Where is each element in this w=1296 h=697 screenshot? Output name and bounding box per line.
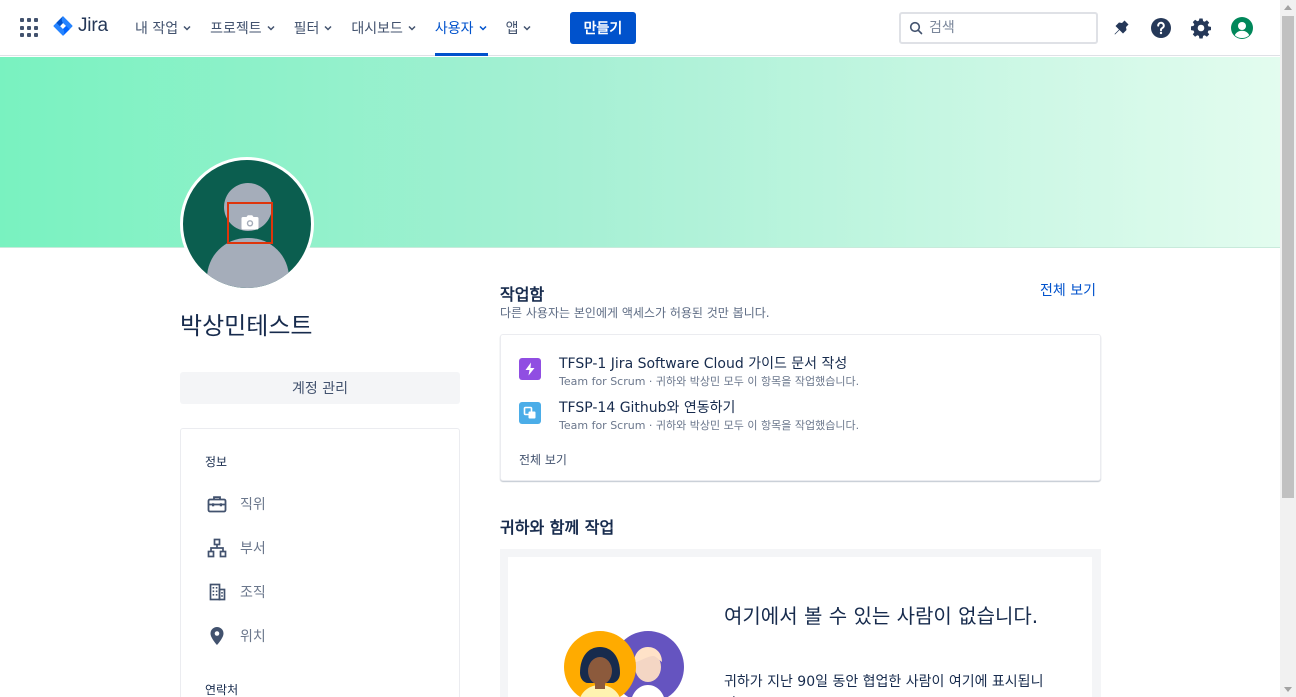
- contact-heading: 연락처: [205, 683, 239, 697]
- chevron-down-icon: [479, 25, 487, 31]
- job-title-label: 직위: [240, 497, 266, 513]
- scroll-up-arrow-icon[interactable]: [1284, 5, 1292, 10]
- issue-meta: Team for Scrum · 귀하와 박상민 모두 이 항목을 작업했습니다…: [559, 375, 860, 388]
- chevron-down-icon: [183, 25, 191, 31]
- change-photo-button[interactable]: [227, 202, 273, 244]
- top-navigation: Jira 내 작업 프로젝트 필터 대시보드 사용자 앱 만들기: [0, 0, 1280, 56]
- nav-dashboards[interactable]: 대시보드: [342, 0, 426, 56]
- card-view-all-link[interactable]: 전체 보기: [519, 451, 567, 468]
- department-label: 부서: [240, 541, 266, 557]
- chevron-down-icon: [523, 25, 531, 31]
- worked-on-title: 작업함: [500, 285, 545, 304]
- list-item[interactable]: TFSP-1 Jira Software Cloud 가이드 문서 작성 Tea…: [519, 353, 1079, 389]
- nav-projects[interactable]: 프로젝트: [201, 0, 285, 56]
- works-with-panel: 여기에서 볼 수 있는 사람이 없습니다. 귀하가 지난 90일 동안 협업한 …: [500, 549, 1101, 697]
- epic-icon: [519, 358, 541, 380]
- camera-icon: [241, 215, 259, 230]
- nav-label: 필터: [293, 21, 320, 37]
- briefcase-icon: [205, 492, 229, 516]
- location-label: 위치: [240, 629, 266, 645]
- create-button[interactable]: 만들기: [570, 12, 636, 44]
- scrollbar-thumb[interactable]: [1282, 16, 1294, 498]
- logo-text: Jira: [78, 15, 108, 36]
- chevron-down-icon: [267, 25, 275, 31]
- vertical-scrollbar[interactable]: [1280, 0, 1296, 697]
- profile-avatar[interactable]: [180, 157, 314, 291]
- profile-name: 박상민테스트: [180, 312, 313, 340]
- jira-logo-icon: [53, 16, 73, 36]
- about-heading: 정보: [205, 455, 228, 469]
- search-icon: [909, 21, 923, 35]
- nav-label: 앱: [505, 21, 519, 37]
- issue-meta: Team for Scrum · 귀하와 박상민 모두 이 항목을 작업했습니다…: [559, 419, 860, 432]
- issue-title: TFSP-14 Github와 연동하기: [559, 400, 736, 416]
- nav-label: 프로젝트: [210, 21, 262, 37]
- subtask-icon: [519, 402, 541, 424]
- user-avatar-icon[interactable]: [1230, 16, 1254, 40]
- settings-gear-icon[interactable]: [1189, 16, 1213, 40]
- empty-state-description: 귀하가 지난 90일 동안 협업한 사람이 여기에 표시됩니다.: [724, 674, 1044, 697]
- location-field[interactable]: 위치: [205, 622, 266, 650]
- search-field[interactable]: [899, 12, 1098, 44]
- scroll-down-arrow-icon[interactable]: [1284, 687, 1292, 692]
- issue-title: TFSP-1 Jira Software Cloud 가이드 문서 작성: [559, 356, 848, 372]
- nav-label: 대시보드: [351, 21, 403, 37]
- jira-logo[interactable]: Jira: [52, 15, 108, 37]
- works-with-empty-state: 여기에서 볼 수 있는 사람이 없습니다. 귀하가 지난 90일 동안 협업한 …: [508, 557, 1092, 697]
- worked-on-card: TFSP-1 Jira Software Cloud 가이드 문서 작성 Tea…: [500, 334, 1101, 481]
- organization-field[interactable]: 조직: [205, 578, 266, 606]
- app-switcher-icon[interactable]: [20, 18, 40, 38]
- worked-on-subtitle: 다른 사용자는 본인에게 액세스가 허용된 것만 봅니다.: [500, 306, 770, 320]
- nav-filters[interactable]: 필터: [285, 0, 343, 56]
- search-input[interactable]: [929, 20, 1079, 36]
- chevron-down-icon: [408, 25, 416, 31]
- list-item[interactable]: TFSP-14 Github와 연동하기 Team for Scrum · 귀하…: [519, 397, 1079, 433]
- nav-my-work[interactable]: 내 작업: [126, 0, 201, 56]
- worked-on-view-all-link[interactable]: 전체 보기: [1040, 280, 1096, 300]
- nav-items: 내 작업 프로젝트 필터 대시보드 사용자 앱: [126, 0, 541, 56]
- avatar-body-shape: [207, 238, 289, 288]
- chevron-down-icon: [324, 25, 332, 31]
- building-icon: [205, 580, 229, 604]
- organization-label: 조직: [240, 585, 266, 601]
- people-illustration-icon: [564, 631, 684, 697]
- about-card: 정보 직위 부서 조직 위치 연락처: [180, 428, 460, 697]
- location-icon: [205, 624, 229, 648]
- works-with-title: 귀하와 함께 작업: [500, 518, 615, 537]
- nav-label: 내 작업: [135, 21, 179, 37]
- empty-state-title: 여기에서 볼 수 있는 사람이 없습니다.: [724, 604, 1039, 628]
- nav-apps[interactable]: 앱: [497, 0, 542, 56]
- help-icon[interactable]: [1149, 16, 1173, 40]
- manage-account-button[interactable]: 계정 관리: [180, 372, 460, 404]
- job-title-field[interactable]: 직위: [205, 490, 266, 518]
- department-field[interactable]: 부서: [205, 534, 266, 562]
- nav-label: 사용자: [434, 21, 474, 37]
- hierarchy-icon: [205, 536, 229, 560]
- notifications-icon[interactable]: [1109, 16, 1133, 40]
- nav-people[interactable]: 사용자: [426, 0, 497, 56]
